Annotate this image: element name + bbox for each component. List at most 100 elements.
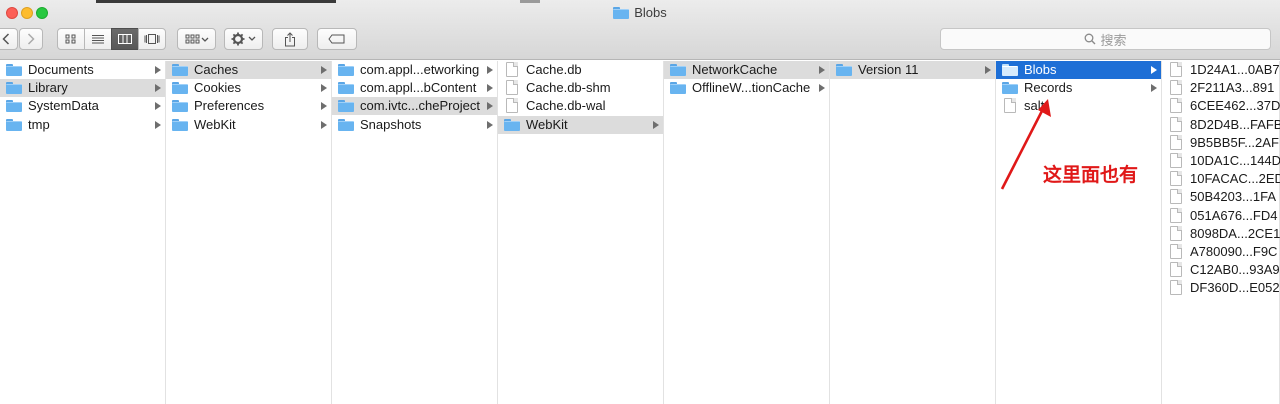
- folder-row[interactable]: Documents: [0, 61, 165, 79]
- share-button[interactable]: [272, 28, 308, 50]
- file-row[interactable]: 051A676...FD4: [1162, 207, 1279, 225]
- item-label: Cache.db-shm: [526, 80, 611, 96]
- finder-column[interactable]: com.appl...etworking com.appl...bContent c…: [332, 61, 498, 404]
- file-row[interactable]: Cache.db-wal: [498, 97, 663, 115]
- search-field[interactable]: 搜索: [940, 28, 1271, 50]
- file-row[interactable]: 8D2D4B...FAFB: [1162, 116, 1280, 134]
- item-label: 2F211A3...891: [1190, 80, 1275, 96]
- folder-icon: [1002, 64, 1018, 79]
- document-icon: [1170, 189, 1182, 207]
- action-gear-icon: [231, 32, 255, 46]
- folder-row[interactable]: OfflineW...tionCache: [664, 79, 829, 97]
- item-label: tmp: [28, 116, 50, 132]
- item-label: C12AB0...93A9: [1190, 262, 1280, 278]
- window-title: Blobs: [0, 5, 1280, 20]
- file-row[interactable]: 8098DA...2CE1: [1162, 225, 1280, 244]
- forward-button[interactable]: [19, 28, 43, 50]
- disclosure-arrow-icon: [155, 84, 161, 93]
- item-label: 051A676...FD4: [1190, 207, 1278, 223]
- disclosure-arrow-icon: [155, 102, 161, 111]
- file-row[interactable]: A780090...F9C: [1162, 243, 1279, 261]
- folder-icon: [670, 82, 686, 97]
- document-icon: [1170, 80, 1182, 98]
- folder-row[interactable]: com.appl...etworking: [332, 61, 497, 79]
- folder-row[interactable]: SystemData: [0, 97, 165, 115]
- document-icon: [506, 62, 518, 80]
- finder-column[interactable]: NetworkCache OfflineW...tionCache: [664, 61, 830, 404]
- item-label: SystemData: [28, 98, 99, 114]
- file-row[interactable]: 6CEE462...37D: [1162, 97, 1280, 116]
- arrange-button[interactable]: [177, 28, 216, 50]
- disclosure-arrow-icon: [487, 66, 493, 74]
- file-row[interactable]: 2F211A3...891: [1162, 79, 1279, 97]
- file-row[interactable]: Cache.db-shm: [498, 79, 663, 97]
- file-row[interactable]: C12AB0...93A9: [1162, 261, 1280, 280]
- arrange-icon: [185, 34, 208, 44]
- folder-icon: [172, 82, 188, 97]
- folder-row[interactable]: WebKit: [166, 116, 331, 134]
- file-row[interactable]: 10FACAC...2ED: [1162, 170, 1280, 188]
- file-row[interactable]: DF360D...E052: [1162, 279, 1280, 297]
- folder-row[interactable]: Version 11: [830, 61, 995, 79]
- item-label: Records: [1024, 80, 1073, 96]
- folder-row[interactable]: Caches: [166, 61, 331, 79]
- item-label: 1D24A1...0AB7: [1190, 62, 1280, 77]
- action-button[interactable]: [224, 28, 263, 50]
- file-row[interactable]: 50B4203...1FA: [1162, 188, 1279, 206]
- folder-row[interactable]: WebKit: [498, 115, 663, 134]
- background-window-edge: [520, 0, 540, 3]
- document-icon: [506, 80, 518, 98]
- item-label: 6CEE462...37D: [1190, 98, 1280, 114]
- folder-icon: [172, 100, 188, 115]
- item-label: Preferences: [194, 98, 265, 114]
- file-row[interactable]: 1D24A1...0AB7: [1162, 61, 1280, 79]
- folder-row[interactable]: tmp: [0, 116, 165, 134]
- disclosure-arrow-icon: [487, 84, 493, 93]
- finder-column[interactable]: Documents Library SystemData tmp: [0, 61, 166, 404]
- item-label: A780090...F9C: [1190, 244, 1278, 259]
- folder-row[interactable]: Snapshots: [332, 116, 497, 134]
- cover-flow-button[interactable]: [138, 28, 166, 50]
- item-label: Cookies: [194, 80, 241, 96]
- list-view-button[interactable]: [84, 28, 112, 50]
- list-view-icon: [92, 35, 104, 44]
- disclosure-arrow-icon: [155, 66, 161, 74]
- folder-icon: [6, 118, 22, 134]
- icon-view-button[interactable]: [57, 28, 85, 50]
- disclosure-arrow-icon: [819, 66, 825, 74]
- toolbar: Blobs 搜索: [0, 0, 1280, 60]
- column-view-button[interactable]: [111, 28, 139, 50]
- item-label: Library: [28, 80, 68, 96]
- cover-flow-icon: [144, 34, 160, 44]
- document-icon: [1170, 262, 1182, 280]
- file-row[interactable]: Cache.db: [498, 61, 663, 79]
- finder-column[interactable]: 1D24A1...0AB7 2F211A3...891 6CEE462...37D 8…: [1162, 61, 1280, 404]
- disclosure-arrow-icon: [321, 84, 327, 93]
- disclosure-arrow-icon: [155, 120, 161, 129]
- folder-row[interactable]: Cookies: [166, 79, 331, 97]
- tag-button[interactable]: [317, 28, 357, 50]
- document-icon: [1170, 225, 1182, 244]
- folder-icon: [613, 7, 630, 19]
- folder-row[interactable]: Preferences: [166, 97, 331, 115]
- document-icon: [1170, 98, 1182, 116]
- annotation-text: 这里面也有: [1043, 164, 1139, 186]
- back-button[interactable]: [0, 28, 18, 50]
- disclosure-arrow-icon: [487, 120, 493, 129]
- finder-column[interactable]: Cache.db Cache.db-shm Cache.db-wal WebKit: [498, 61, 664, 404]
- folder-row[interactable]: com.appl...bContent: [332, 79, 497, 97]
- document-icon: [1170, 153, 1182, 171]
- file-row[interactable]: 10DA1C...144D: [1162, 152, 1280, 171]
- disclosure-arrow-icon: [321, 102, 327, 111]
- document-icon: [506, 98, 518, 116]
- folder-row[interactable]: Blobs: [996, 61, 1161, 79]
- folder-row[interactable]: com.ivtc...cheProject: [332, 97, 497, 116]
- folder-row[interactable]: NetworkCache: [664, 61, 829, 79]
- finder-column[interactable]: Version 11: [830, 61, 996, 404]
- disclosure-arrow-icon: [487, 102, 493, 111]
- folder-row[interactable]: Library: [0, 79, 165, 98]
- item-label: 8098DA...2CE1: [1190, 225, 1280, 241]
- file-row[interactable]: 9B5BB5F...2AF: [1162, 134, 1279, 152]
- finder-column[interactable]: Caches Cookies Preferences WebKit: [166, 61, 332, 404]
- icon-view-icon: [65, 34, 76, 44]
